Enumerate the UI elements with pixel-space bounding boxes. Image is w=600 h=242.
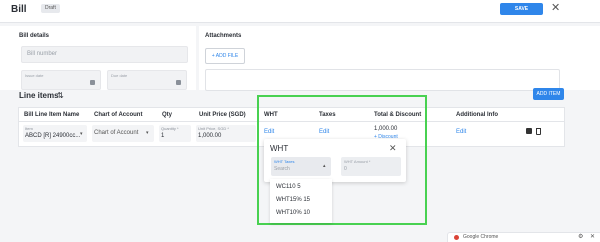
quantity-field[interactable]: Quantity * 1	[159, 125, 191, 142]
issue-date-field[interactable]: Issue date	[21, 70, 101, 90]
add-item-button[interactable]: ADD ITEM	[533, 88, 564, 100]
dropdown-option[interactable]: WC110 5	[276, 184, 301, 190]
attachments-label: Attachments	[205, 33, 242, 39]
item-label: Item	[25, 126, 33, 131]
close-icon[interactable]: ✕	[590, 233, 595, 240]
notification-app-name: Google Chrome	[463, 234, 499, 240]
calendar-icon[interactable]	[90, 80, 95, 85]
trash-icon[interactable]	[536, 128, 541, 135]
bill-number-field[interactable]: Bill number	[21, 46, 188, 63]
wht-popover: WHT ✕ WHT Taxes Search ▴ WHT Amount * 0	[264, 139, 406, 182]
col-header: Chart of Account	[94, 112, 143, 118]
wht-amount-label: WHT Amount *	[344, 159, 371, 164]
wht-taxes-placeholder: Search	[274, 166, 290, 172]
unit-price-label: Unit Price, SGD *	[198, 126, 229, 131]
account-value: Chart of Account	[94, 130, 139, 136]
item-select[interactable]: Item ABCD [R] 24900cc... ▾	[23, 125, 87, 142]
due-date-label: Due date	[111, 73, 128, 78]
quantity-value: 1	[161, 133, 165, 139]
wht-amount-value: 0	[344, 166, 347, 172]
page-title: Bill	[11, 4, 27, 15]
chevron-down-icon: ▾	[80, 131, 83, 137]
due-date-field[interactable]: Due date	[107, 70, 187, 90]
sort-icon[interactable]: ⇅	[57, 91, 64, 100]
account-select[interactable]: Chart of Account ▾	[92, 125, 154, 142]
save-button[interactable]: SAVE	[500, 3, 543, 15]
add-file-button[interactable]: + ADD FILE	[205, 48, 245, 64]
issue-date-label: Issue date	[25, 73, 44, 78]
chrome-logo-icon	[454, 235, 459, 240]
wht-options-dropdown: WC110 5 WHT15% 15 WHT10% 10	[270, 179, 332, 223]
wht-taxes-select[interactable]: WHT Taxes Search ▴	[271, 157, 331, 176]
col-header: Qty	[162, 112, 173, 118]
bill-details-panel: Bill details Bill number Issue date Due …	[0, 26, 196, 90]
close-icon[interactable]: ✕	[551, 3, 560, 14]
additional-info-edit-link[interactable]: Edit	[456, 129, 466, 135]
col-header: Bill Line Item Name	[24, 112, 80, 118]
status-badge: Draft	[41, 4, 60, 13]
unit-price-value: 1,000.00	[198, 133, 222, 139]
col-header: Unit Price (SGD)	[199, 112, 246, 118]
close-icon[interactable]: ✕	[389, 143, 397, 154]
unit-price-field[interactable]: Unit Price, SGD * 1,000.00	[196, 125, 256, 142]
dropdown-option[interactable]: WHT10% 10	[276, 210, 310, 216]
quantity-label: Quantity *	[161, 126, 179, 131]
caret-up-icon: ▴	[323, 163, 326, 169]
attachments-dropzone[interactable]	[205, 69, 560, 91]
save-icon[interactable]	[526, 128, 532, 134]
wht-taxes-label: WHT Taxes	[274, 159, 295, 164]
col-header: Additional Info	[456, 112, 498, 118]
item-value: ABCD [R] 24900cc...	[25, 133, 81, 139]
bill-number-placeholder: Bill number	[27, 51, 58, 57]
wht-popover-title: WHT	[270, 144, 289, 153]
calendar-icon[interactable]	[176, 80, 181, 85]
bill-details-label: Bill details	[19, 33, 50, 39]
line-items-title: Line items	[19, 91, 59, 100]
wht-amount-field[interactable]: WHT Amount * 0	[341, 157, 401, 176]
dropdown-option[interactable]: WHT15% 15	[276, 197, 310, 203]
chevron-down-icon: ▾	[146, 130, 149, 136]
gear-icon[interactable]: ⚙	[578, 233, 583, 240]
